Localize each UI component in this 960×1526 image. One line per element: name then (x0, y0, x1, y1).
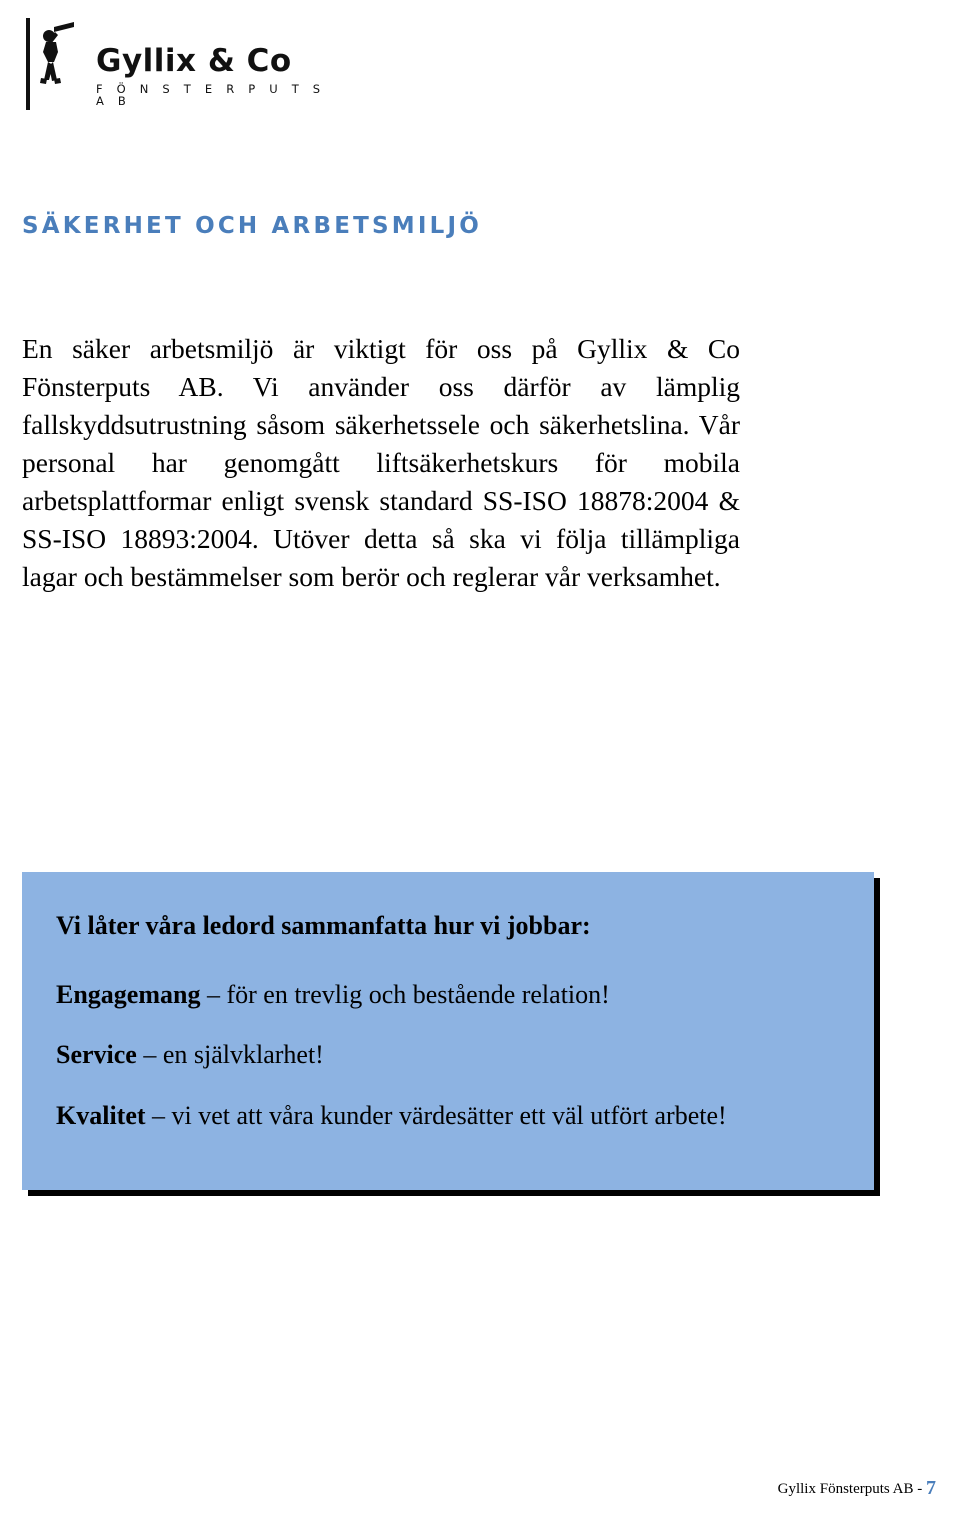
ledord-rest-kvalitet: – vi vet att våra kunder värdesätter ett… (145, 1100, 727, 1130)
page-title: SÄKERHET OCH ARBETSMILJÖ (22, 213, 482, 240)
company-logo: Gyllix & Co F Ö N S T E R P U T S A B (24, 18, 324, 118)
ledord-title: Vi låter våra ledord sammanfatta hur vi … (56, 910, 856, 943)
ledord-rest-engagemang: – för en trevlig och bestående relation! (200, 979, 610, 1009)
ledord-term-service: Service (56, 1040, 137, 1069)
window-cleaner-figure-icon (24, 18, 78, 110)
ledord-callout: Vi låter våra ledord sammanfatta hur vi … (22, 872, 874, 1190)
page-footer: Gyllix Fönsterputs AB - 7 (778, 1477, 936, 1500)
ledord-term-engagemang: Engagemang (56, 979, 201, 1009)
footer-text: Gyllix Fönsterputs AB - (777, 1481, 926, 1497)
ledord-item: Engagemang – för en trevlig och beståend… (56, 979, 856, 1012)
logo-company-name: Gyllix & Co (96, 43, 292, 79)
ledord-term-kvalitet: Kvalitet (56, 1100, 146, 1130)
ledord-rest-service: – en självklarhet! (136, 1040, 324, 1069)
ledord-item: Service – en självklarhet! (56, 1039, 856, 1072)
ledord-title-text: Vi låter våra ledord sammanfatta hur vi … (56, 911, 591, 940)
footer-page-number: 7 (926, 1477, 936, 1499)
logo-tagline: F Ö N S T E R P U T S A B (96, 82, 326, 108)
ledord-item: Kvalitet – vi vet att våra kunder värdes… (56, 1100, 856, 1133)
body-paragraph: En säker arbetsmiljö är viktigt för oss … (22, 330, 740, 596)
paragraph-text: En säker arbetsmiljö är viktigt för oss … (22, 333, 740, 592)
